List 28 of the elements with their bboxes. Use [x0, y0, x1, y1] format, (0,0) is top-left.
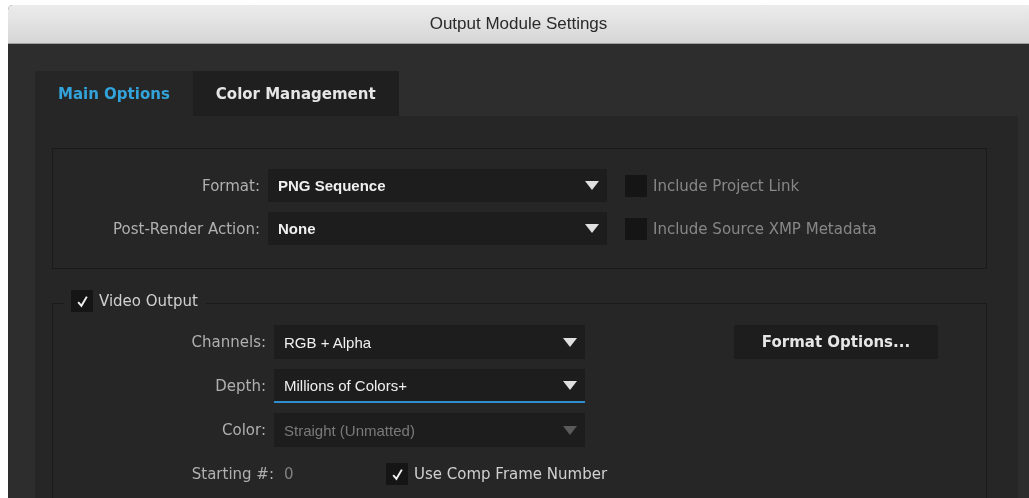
dropdown[interactable]: PNG Sequence — [268, 169, 607, 202]
dropdown-arrow-icon — [563, 380, 577, 390]
dropdown[interactable]: RGB + Alpha — [274, 325, 585, 359]
dropdown-arrow-icon — [585, 181, 599, 190]
field-label: Color: — [221, 421, 267, 439]
check-icon — [75, 294, 89, 308]
dropdown-arrow-icon — [563, 425, 577, 435]
dropdown-arrow-icon — [563, 337, 577, 347]
dropdown[interactable]: None — [268, 212, 607, 245]
checkbox[interactable] — [386, 463, 408, 485]
format-options-button[interactable]: Format Options... — [734, 325, 938, 359]
window-title: Output Module Settings — [429, 14, 608, 34]
field-label: Format: — [201, 176, 261, 195]
field-label: Starting #: — [190, 465, 274, 483]
field-label: Channels: — [190, 333, 267, 351]
tab[interactable]: Color Management — [192, 71, 399, 116]
checkbox-label: Include Source XMP Metadata — [653, 219, 877, 238]
field-label: Post-Render Action: — [112, 219, 261, 238]
field-label: Depth: — [214, 377, 267, 395]
dropdown-arrow-icon — [585, 224, 599, 233]
number-value[interactable]: 0 — [284, 465, 386, 483]
tab[interactable]: Main Options — [35, 71, 193, 116]
checkbox-label: Video Output — [99, 292, 198, 310]
checkbox[interactable] — [71, 290, 93, 312]
checkbox-label: Include Project Link — [653, 176, 800, 195]
dropdown[interactable]: Millions of Colors+ — [274, 369, 585, 403]
check-icon — [390, 467, 404, 481]
checkbox-label: Use Comp Frame Number — [414, 465, 608, 483]
